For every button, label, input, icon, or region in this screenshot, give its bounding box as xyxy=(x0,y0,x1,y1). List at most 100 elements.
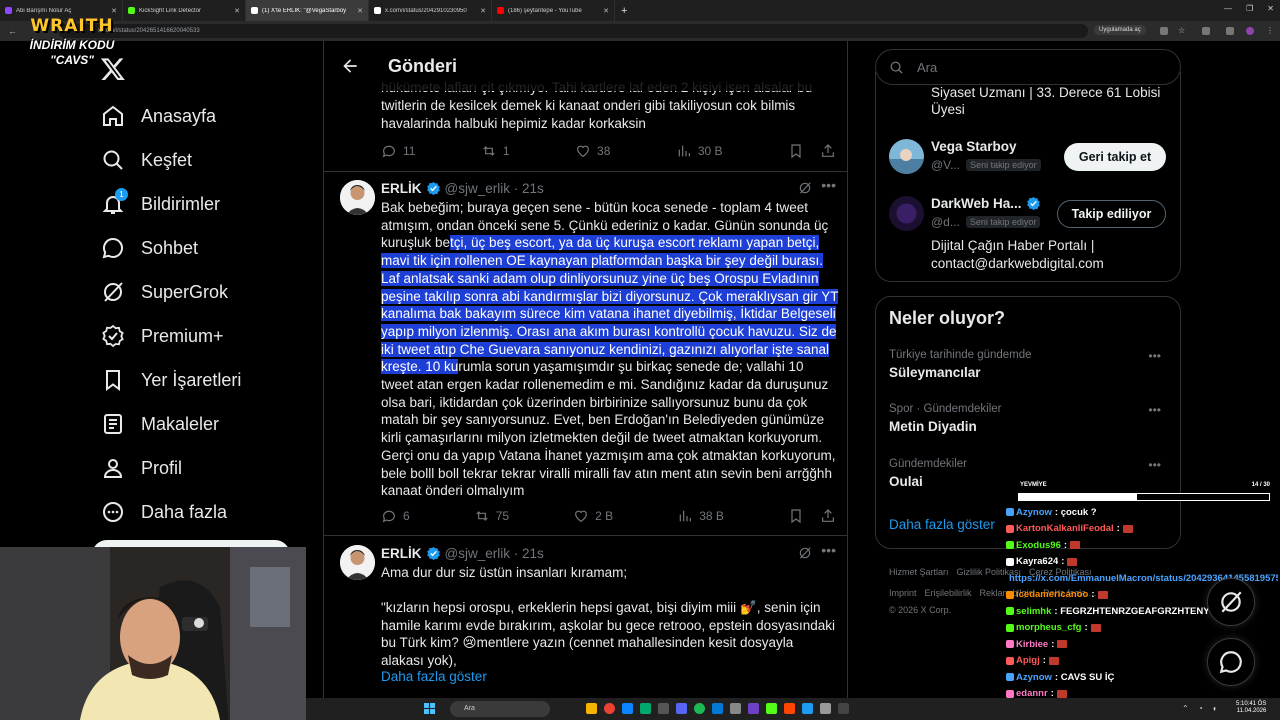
show-more-link[interactable]: Daha fazla göster xyxy=(889,517,995,532)
url-field[interactable]: x.com/i/status/2042651416620040533 xyxy=(58,24,1088,38)
chat-username[interactable]: Azynow xyxy=(1016,672,1052,683)
browser-tab[interactable]: (186) şeytantepe - YouTube ✕ xyxy=(492,0,615,21)
footer-link[interactable]: Imprint xyxy=(889,588,917,598)
new-tab-button[interactable]: + xyxy=(621,5,627,17)
close-icon[interactable]: ✕ xyxy=(357,7,363,15)
nav-item-profile[interactable]: Profil xyxy=(100,453,182,483)
tweet-time[interactable]: · 21s xyxy=(514,181,544,196)
trend-item[interactable]: Spor · Gündemdekiler Metin Diyadin ••• xyxy=(889,403,1169,434)
nav-item-chat[interactable]: Sohbet xyxy=(100,233,198,263)
more-options-icon[interactable]: ••• xyxy=(1148,349,1161,363)
follow-suggestion[interactable]: Vega Starboy @V... Seni takip ediyor xyxy=(889,139,1041,174)
minimize-icon[interactable]: — xyxy=(1224,4,1232,13)
taskbar-app-icon[interactable] xyxy=(730,703,741,714)
taskbar-app-icon[interactable] xyxy=(658,703,669,714)
chat-username[interactable]: Kayra624 xyxy=(1016,556,1058,567)
taskbar-app-icon[interactable] xyxy=(838,703,849,714)
wifi-icon[interactable]: ◔ xyxy=(1198,704,1203,713)
bookmark-icon[interactable] xyxy=(788,508,804,524)
taskbar-app-icon[interactable] xyxy=(712,703,723,714)
author-name[interactable]: ERLİK xyxy=(381,546,422,561)
search-bar[interactable]: Ara xyxy=(875,49,1181,85)
avatar[interactable] xyxy=(340,545,375,580)
taskbar-app-icon[interactable] xyxy=(604,703,615,714)
extension-icon[interactable] xyxy=(1226,27,1234,35)
footer-link[interactable]: Hizmet Şartları xyxy=(889,567,949,577)
extension-icon[interactable] xyxy=(1160,27,1168,35)
nav-item-more[interactable]: Daha fazla xyxy=(100,497,227,527)
chat-username[interactable]: KartonKalkanliFeodal xyxy=(1016,523,1114,534)
browser-tab-active[interactable]: (1) X'te ERLİK: "@VegaStarboy ✕ xyxy=(246,0,369,21)
more-options-icon[interactable]: ••• xyxy=(1148,403,1161,417)
taskbar-app-icon[interactable] xyxy=(622,703,633,714)
more-options-icon[interactable]: ••• xyxy=(821,542,836,558)
volume-icon[interactable]: ◖ xyxy=(1212,704,1217,713)
chat-username[interactable]: Azynow xyxy=(1016,507,1052,518)
windows-start-icon[interactable] xyxy=(424,703,435,714)
chat-username[interactable]: icedamericanoo xyxy=(1016,589,1088,600)
taskbar-app-icon[interactable] xyxy=(676,703,687,714)
nav-item-notifications[interactable]: 1 Bildirimler xyxy=(100,188,220,219)
account-name[interactable]: DarkWeb Ha... xyxy=(931,196,1045,211)
nav-item-articles[interactable]: Makaleler xyxy=(100,409,219,439)
follow-back-button[interactable]: Geri takip et xyxy=(1064,143,1166,171)
footer-link[interactable]: Erişilebilirlik xyxy=(925,588,972,598)
open-in-app-button[interactable]: Uygulamada aç xyxy=(1094,25,1146,35)
account-name[interactable]: Vega Starboy xyxy=(931,139,1017,154)
avatar[interactable] xyxy=(340,180,375,215)
tweet-time[interactable]: · 21s xyxy=(514,546,544,561)
nav-item-home[interactable]: Anasayfa xyxy=(100,101,216,131)
bookmark-icon[interactable] xyxy=(788,143,804,159)
browser-tab[interactable]: x.com/i/status/2042910230950 ✕ xyxy=(369,0,492,21)
trend-item[interactable]: Türkiye tarihinde gündemde Süleymancılar •… xyxy=(889,349,1169,380)
author-name[interactable]: ERLİK xyxy=(381,181,422,196)
chevron-up-icon[interactable]: ⌃ xyxy=(1182,704,1189,713)
nav-item-explore[interactable]: Keşfet xyxy=(100,145,192,175)
arrow-left-icon[interactable] xyxy=(340,56,360,76)
nav-item-premium[interactable]: Premium+ xyxy=(100,321,224,351)
taskbar-app-icon[interactable] xyxy=(694,703,705,714)
nav-item-bookmarks[interactable]: Yer İşaretleri xyxy=(100,365,241,395)
close-icon[interactable]: ✕ xyxy=(480,7,486,15)
close-icon[interactable]: ✕ xyxy=(111,7,117,15)
system-clock[interactable]: 5:10:41 ÖS 11.04.2026 xyxy=(1236,701,1266,715)
profile-icon[interactable] xyxy=(1246,27,1254,35)
repost-button[interactable]: 75 xyxy=(474,508,509,524)
reply-button[interactable]: 11 xyxy=(381,143,415,159)
grok-fab-button[interactable] xyxy=(1207,578,1255,626)
taskbar-app-icon[interactable] xyxy=(748,703,759,714)
chat-username[interactable]: Apigj xyxy=(1016,655,1040,666)
taskbar-app-icon[interactable] xyxy=(586,703,597,714)
share-icon[interactable] xyxy=(820,508,836,524)
maximize-icon[interactable]: ❐ xyxy=(1246,4,1253,13)
like-button[interactable]: 2 B xyxy=(573,508,613,524)
taskbar-app-icon[interactable] xyxy=(820,703,831,714)
more-options-icon[interactable]: ••• xyxy=(1148,458,1161,472)
grok-icon[interactable] xyxy=(798,546,812,560)
show-more-link[interactable]: Daha fazla göster xyxy=(381,669,487,684)
chat-username[interactable]: Kirbiee xyxy=(1016,639,1048,650)
chat-username[interactable]: selimhk xyxy=(1016,606,1051,617)
views-button[interactable]: 38 B xyxy=(677,508,724,524)
like-button[interactable]: 38 xyxy=(575,143,610,159)
share-icon[interactable] xyxy=(820,143,836,159)
following-button[interactable]: Takip ediliyor xyxy=(1057,200,1166,228)
more-options-icon[interactable]: ••• xyxy=(821,177,836,193)
grok-icon[interactable] xyxy=(798,181,812,195)
taskbar-search[interactable]: Ara xyxy=(450,701,550,717)
repost-button[interactable]: 1 xyxy=(481,143,510,159)
back-icon[interactable]: ← xyxy=(8,26,17,36)
chat-username[interactable]: edannr xyxy=(1016,688,1048,699)
nav-item-supergrok[interactable]: SuperGrok xyxy=(100,277,228,307)
avatar[interactable] xyxy=(889,196,924,231)
taskbar-app-icon[interactable] xyxy=(640,703,651,714)
author-handle[interactable]: @sjw_erlik xyxy=(445,181,510,196)
views-button[interactable]: 30 B xyxy=(676,143,723,159)
messages-fab-button[interactable] xyxy=(1207,638,1255,686)
taskbar-app-icon[interactable] xyxy=(784,703,795,714)
taskbar-app-icon[interactable] xyxy=(766,703,777,714)
author-handle[interactable]: @sjw_erlik xyxy=(445,546,510,561)
star-icon[interactable]: ☆ xyxy=(1178,27,1186,35)
menu-icon[interactable]: ⋮ xyxy=(1266,27,1274,35)
avatar[interactable] xyxy=(889,139,924,174)
